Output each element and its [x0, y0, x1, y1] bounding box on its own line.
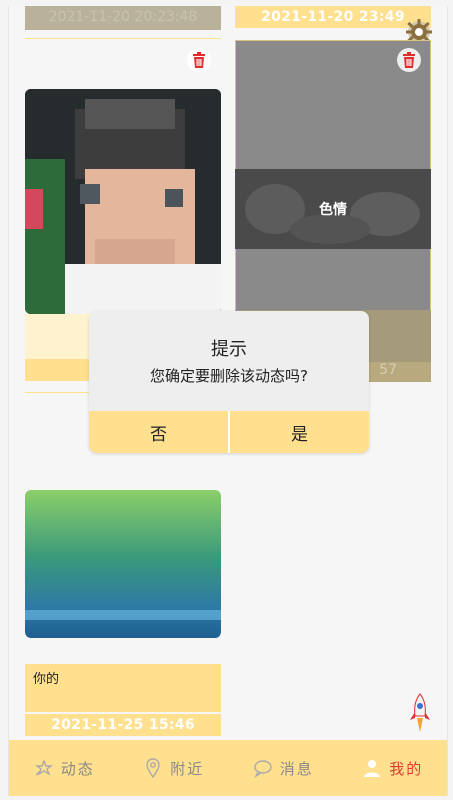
dialog-message: 您确定要删除该动态吗? [150, 367, 308, 385]
feed-card-text: 你的 [25, 664, 221, 712]
dialog-buttons: 否 是 [89, 411, 369, 453]
confirm-dialog: 提示 您确定要删除该动态吗? 否 是 [89, 311, 369, 453]
delete-trash-icon[interactable] [397, 48, 421, 72]
landscape-image [25, 490, 221, 638]
nav-item-activity[interactable]: 动态 [33, 757, 95, 779]
dialog-yes-button[interactable]: 是 [228, 411, 369, 453]
feed-card-date-text: 57 [379, 362, 397, 378]
location-icon [146, 758, 160, 779]
feed-card-top-left[interactable]: 2021-11-20 20:23:48 [25, 6, 221, 30]
feed-card-date: 2021-11-20 20:23:48 [48, 9, 198, 25]
feed-card-date: 2021-11-25 15:46 [25, 714, 221, 736]
app-frame: 2021-11-20 20:23:48 2021-11-20 23:49 色情 … [8, 6, 448, 796]
pixelated-portrait [25, 89, 221, 314]
message-icon [254, 760, 272, 778]
nav-label: 动态 [60, 759, 95, 778]
delete-trash-icon[interactable] [187, 48, 211, 72]
feed-card-date: 2021-11-20 23:49 [235, 6, 431, 28]
nav-item-messages[interactable]: 消息 [252, 757, 314, 779]
nav-label: 我的 [389, 759, 424, 778]
profile-icon [364, 760, 381, 777]
feed-card-date-text: 2021-11-25 15:46 [51, 717, 195, 733]
nav-label: 附近 [170, 759, 205, 778]
feed-card-top-right[interactable]: 2021-11-20 23:49 [235, 6, 431, 28]
feed-card-text-content: 你的 [33, 672, 60, 687]
nav-item-nearby[interactable]: 附近 [142, 757, 204, 779]
dialog-title: 提示 [211, 339, 247, 360]
nav-label: 消息 [279, 759, 314, 778]
feed-card-photo[interactable] [25, 490, 221, 638]
nav-item-profile[interactable]: 我的 [361, 757, 423, 779]
sensitive-content-banner: 色情 [235, 169, 431, 249]
divider [25, 38, 221, 39]
sensitive-label: 色情 [319, 202, 347, 218]
rocket-icon[interactable] [405, 692, 435, 736]
dialog-no-button[interactable]: 否 [89, 411, 228, 453]
activity-icon [34, 759, 53, 776]
bottom-nav: 动态 附近 消息 我的 [9, 740, 447, 796]
feed-card-photo[interactable] [25, 89, 221, 314]
